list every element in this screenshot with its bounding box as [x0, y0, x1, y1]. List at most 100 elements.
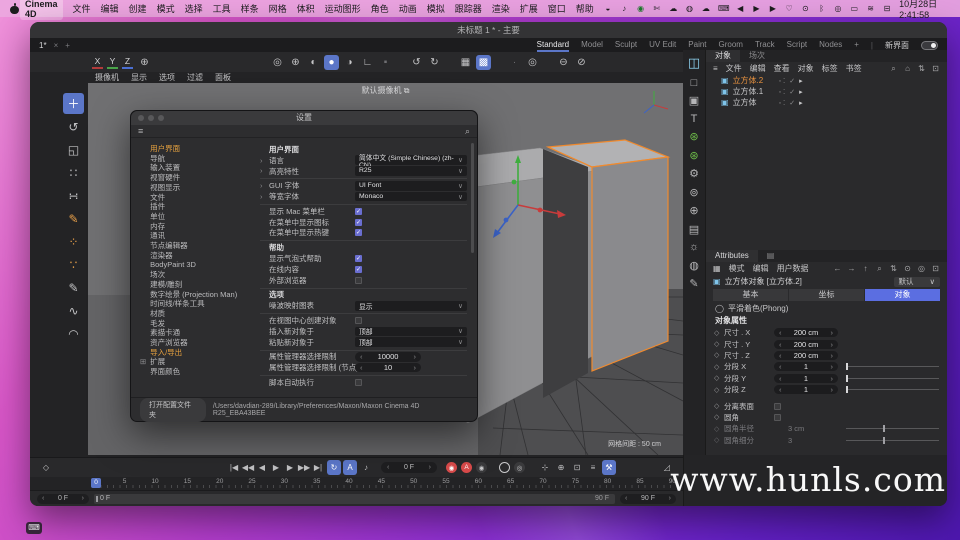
- spinner-right-icon[interactable]: ›: [830, 385, 833, 394]
- property-slider[interactable]: [846, 436, 939, 444]
- spinner-right-icon[interactable]: ›: [429, 464, 431, 471]
- prev-frame-icon[interactable]: ◀: [255, 460, 269, 475]
- attribute-property-row[interactable]: ◇ 尺寸 . Y ‹ 200 cm › 200 cm: [706, 338, 947, 349]
- axis-z-toggle[interactable]: Z: [122, 56, 133, 69]
- loop-icon[interactable]: ↻: [327, 460, 341, 475]
- spinner-right-icon[interactable]: ›: [830, 362, 833, 371]
- dropdown-value[interactable]: R25: [359, 167, 371, 174]
- preferences-row[interactable]: 等宽字体 Monaco ∨ ‹ Monaco ›: [260, 191, 467, 202]
- preferences-row[interactable]: 属性管理器选择限制 (节点) 10 ∨ ‹ 10 ›: [260, 362, 467, 373]
- account-icon[interactable]: ⊙: [801, 4, 809, 13]
- material-icon[interactable]: ◍: [689, 259, 699, 272]
- text-tool-icon[interactable]: T: [691, 113, 698, 125]
- tree-item-label[interactable]: 扩展: [150, 357, 165, 366]
- tree-item-label[interactable]: 场次: [150, 270, 165, 279]
- coord-mode-icon[interactable]: ∟: [360, 55, 375, 70]
- attribute-subtab[interactable]: 坐标: [789, 289, 864, 301]
- preferences-row[interactable]: 在视图中心创建对象 ∨ ‹ ›: [260, 313, 467, 326]
- object-name[interactable]: 立方体: [733, 97, 775, 108]
- attribute-subtab[interactable]: 对象: [865, 289, 940, 301]
- menubar-item[interactable]: 跟踪器: [455, 2, 482, 15]
- playhead[interactable]: 0: [91, 478, 101, 488]
- menubar-item[interactable]: 体积: [297, 2, 315, 15]
- spinner-right-icon[interactable]: ›: [82, 495, 84, 502]
- target-icon[interactable]: ◎: [525, 55, 540, 70]
- tree-item-label[interactable]: 毛发: [150, 319, 165, 328]
- setting-checkbox[interactable]: [355, 207, 362, 215]
- preferences-row[interactable]: 在菜单中显示热键 ∨ ‹ ›: [260, 228, 467, 239]
- attribute-property-row[interactable]: ◇ 尺寸 . X ‹ 200 cm › 200 cm: [706, 327, 947, 338]
- rotate-tool-icon[interactable]: ↺: [63, 116, 84, 137]
- preferences-row[interactable]: 显示 Mac 菜单栏 ∨ ‹ ›: [260, 204, 467, 217]
- pen-tool-icon[interactable]: ✎: [63, 277, 84, 298]
- add-tab-icon[interactable]: +: [65, 41, 70, 50]
- record-icon[interactable]: ◎: [834, 4, 842, 13]
- attribute-property-row[interactable]: ◇ 圆角 ‹ ›: [706, 412, 947, 423]
- menubar-item[interactable]: 运动图形: [325, 2, 361, 15]
- viewport-menu-item[interactable]: 显示: [131, 72, 147, 83]
- dropdown-value[interactable]: 顶部: [359, 326, 373, 336]
- close-tab-icon[interactable]: ×: [54, 41, 59, 50]
- up-icon[interactable]: ↑: [861, 264, 870, 274]
- scale-tool-icon[interactable]: ◐: [306, 55, 321, 70]
- range-start-value[interactable]: 0 F: [58, 495, 68, 502]
- spinner-left-icon[interactable]: ‹: [360, 352, 363, 361]
- tree-item-label[interactable]: 导入/导出: [150, 348, 182, 357]
- notification-icon[interactable]: ♪: [620, 4, 628, 13]
- preferences-tree-item[interactable]: 建模/雕刻: [140, 280, 256, 290]
- tree-item-label[interactable]: 内存: [150, 222, 165, 231]
- menubar-item[interactable]: 选择: [185, 2, 203, 15]
- current-frame-value[interactable]: 0 F: [404, 464, 414, 471]
- setting-checkbox[interactable]: [355, 218, 362, 226]
- om-menu-item[interactable]: 对象: [798, 63, 814, 74]
- object-row[interactable]: ▣ 立方体 ◦ ⁚ ✓ ▸: [706, 97, 947, 108]
- attribute-property-row[interactable]: ◇ 圆角半径 ‹ 3 cm › 3 cm: [706, 423, 947, 434]
- setting-dropdown[interactable]: 顶部 ∨: [355, 337, 467, 347]
- bluetooth-icon[interactable]: ᛒ: [818, 4, 826, 13]
- spinner-left-icon[interactable]: ‹: [779, 362, 782, 371]
- preferences-row[interactable]: 属性管理器选择限制 10000 ∨ ‹ 10000 ›: [260, 349, 467, 363]
- attr-menu-item[interactable]: 用户数据: [777, 263, 809, 274]
- heart-icon[interactable]: ♡: [785, 4, 793, 13]
- spinner-left-icon[interactable]: ‹: [42, 495, 44, 502]
- popout-icon[interactable]: ⊡: [931, 64, 940, 74]
- redo-icon[interactable]: ↻: [427, 55, 442, 70]
- layout-tab[interactable]: UV Edit: [649, 38, 676, 52]
- workplane-icon[interactable]: ▪: [378, 55, 393, 70]
- keyboard-icon[interactable]: ⌨: [26, 522, 42, 534]
- display-icon[interactable]: ⊟: [883, 4, 891, 13]
- value-spinner[interactable]: ‹ 1 ›: [774, 385, 838, 395]
- model-brush-icon[interactable]: ✎: [63, 208, 84, 229]
- setting-checkbox[interactable]: [355, 276, 362, 284]
- setting-dropdown[interactable]: 顶部 ∨: [355, 326, 467, 336]
- tree-item-label[interactable]: 插件: [150, 202, 165, 211]
- scale-filter-icon[interactable]: ⊡: [570, 460, 584, 475]
- preferences-tree-item[interactable]: 输入装置: [140, 163, 256, 173]
- paint-icon[interactable]: ✎: [689, 277, 698, 290]
- media-next-icon[interactable]: ▶: [769, 4, 777, 13]
- preferences-titlebar[interactable]: 设置: [131, 111, 477, 125]
- preferences-row[interactable]: 在菜单中显示图标 ∨ ‹ ›: [260, 217, 467, 228]
- setting-dropdown[interactable]: UI Font ∨: [355, 181, 467, 191]
- spinner-value[interactable]: 10: [384, 363, 392, 372]
- value-spinner[interactable]: ‹ 1 ›: [774, 373, 838, 383]
- attr-menu-item[interactable]: 编辑: [753, 263, 769, 274]
- cloud-drive-icon[interactable]: ☁: [702, 4, 710, 13]
- setting-dropdown[interactable]: R25 ∨: [355, 166, 467, 176]
- menubar-item[interactable]: 模式: [157, 2, 175, 15]
- tree-item-label[interactable]: 界面颜色: [150, 367, 180, 376]
- tree-item-label[interactable]: 材质: [150, 309, 165, 318]
- dropdown-value[interactable]: 顶部: [359, 337, 373, 347]
- tree-item-label[interactable]: 素描卡通: [150, 328, 180, 337]
- property-value[interactable]: 200 cm: [794, 351, 819, 360]
- expand-icon[interactable]: ⊞: [140, 357, 148, 367]
- tree-item-label[interactable]: 资产浏览器: [150, 338, 188, 347]
- spline-tool-icon[interactable]: ∿: [63, 300, 84, 321]
- coordinate-system-icon[interactable]: ⊕: [137, 55, 152, 70]
- tree-item-label[interactable]: 单位: [150, 212, 165, 221]
- window-titlebar[interactable]: 未标题 1 * - 主要: [30, 22, 947, 38]
- visibility-dots-icon[interactable]: ◦ ⁚: [779, 99, 786, 107]
- property-value[interactable]: 1: [804, 362, 808, 371]
- visibility-dots-icon[interactable]: ◦ ⁚: [779, 88, 786, 96]
- preferences-tree-item[interactable]: 节点编辑器: [140, 241, 256, 251]
